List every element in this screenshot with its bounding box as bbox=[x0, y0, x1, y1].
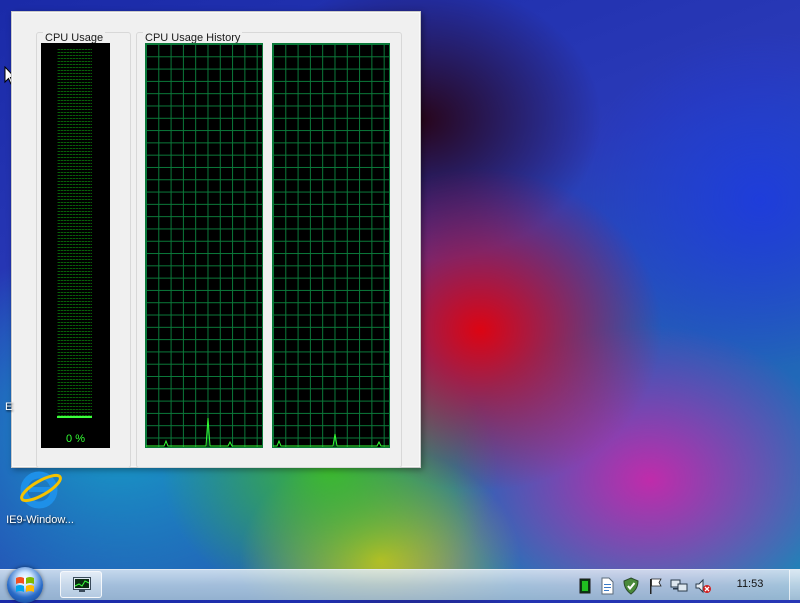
cpu-meter-icon[interactable] bbox=[576, 577, 594, 595]
cpu-history-line-core-2 bbox=[273, 433, 389, 447]
action-center-flag-icon[interactable] bbox=[646, 577, 664, 595]
document-icon[interactable] bbox=[598, 577, 616, 595]
network-icon[interactable] bbox=[670, 577, 688, 595]
security-shield-icon[interactable] bbox=[622, 577, 640, 595]
show-desktop-button[interactable] bbox=[789, 570, 800, 600]
cpu-usage-value: 0 % bbox=[66, 433, 85, 445]
start-button[interactable] bbox=[7, 567, 43, 603]
cpu-usage-group: CPU Usage 0 % bbox=[36, 32, 131, 468]
cpu-usage-history-group: CPU Usage History bbox=[136, 32, 402, 468]
cpu-usage-meter-level bbox=[57, 416, 92, 418]
cpu-history-line-core-1 bbox=[146, 417, 262, 447]
cpu-history-graph-core-1 bbox=[145, 43, 263, 448]
volume-muted-icon[interactable] bbox=[694, 577, 712, 595]
cpu-usage-meter: 0 % bbox=[41, 43, 110, 448]
desktop-partial-label: E bbox=[5, 401, 13, 413]
taskbar-task-manager-button[interactable] bbox=[60, 571, 102, 598]
cpu-usage-meter-bar bbox=[57, 49, 92, 417]
desktop-icon-ie9[interactable]: IE9-Window... bbox=[0, 466, 80, 532]
cpu-history-graph-core-2 bbox=[272, 43, 390, 448]
internet-explorer-icon bbox=[20, 471, 62, 509]
windows-start-icon bbox=[16, 577, 34, 592]
desktop-icon-label: IE9-Window... bbox=[6, 514, 74, 526]
task-manager-icon bbox=[73, 577, 91, 592]
cpu-meter-window[interactable]: CPU Usage 0 % CPU Usage History bbox=[11, 11, 421, 468]
taskbar-clock[interactable]: 11:53 bbox=[728, 578, 772, 590]
taskbar: 11:53 bbox=[0, 567, 800, 603]
